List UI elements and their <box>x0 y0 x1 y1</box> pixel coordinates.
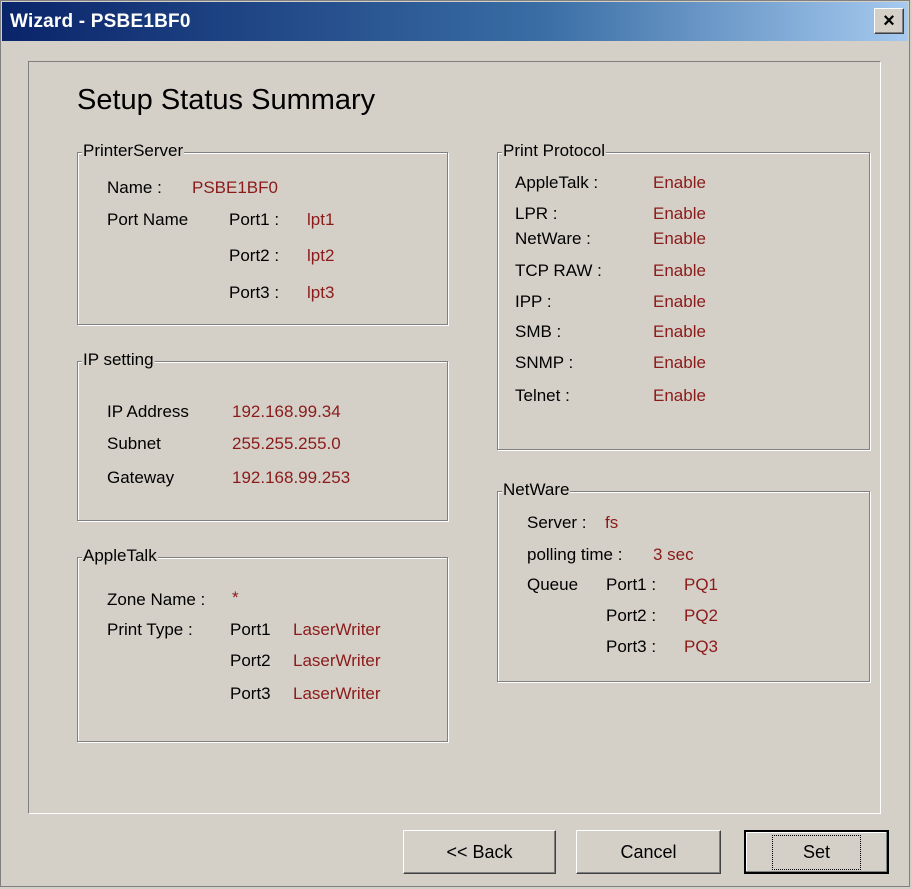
printer-port1-label: Port1 : <box>229 210 280 229</box>
netware-port2-value: PQ2 <box>684 606 719 625</box>
printer-port3-label: Port3 : <box>229 283 280 302</box>
print-type-label: Print Type : <box>107 620 193 639</box>
title-bar[interactable]: Wizard - PSBE1BF0 × <box>2 2 908 41</box>
ip-address-label: IP Address <box>107 402 189 421</box>
netware-queue-label: Queue <box>527 575 579 594</box>
protocol-tcpraw-label: TCP RAW : <box>515 261 602 280</box>
protocol-lpr-value: Enable <box>653 204 706 223</box>
printer-port1-value: lpt1 <box>307 210 335 229</box>
netware-port2-label: Port2 : <box>606 606 657 625</box>
protocol-ipp-value: Enable <box>653 292 706 311</box>
printer-port2-value: lpt2 <box>307 246 335 265</box>
netware-legend: NetWare <box>502 480 571 500</box>
appletalk-port3-value: LaserWriter <box>293 684 381 703</box>
back-button[interactable]: << Back <box>403 830 556 874</box>
subnet-label: Subnet <box>107 434 161 453</box>
protocol-snmp-value: Enable <box>653 353 706 372</box>
protocol-appletalk-label: AppleTalk : <box>515 173 599 192</box>
protocol-snmp-label: SNMP : <box>515 353 574 372</box>
ip-address-value: 192.168.99.34 <box>232 402 341 421</box>
printer-name-value: PSBE1BF0 <box>192 178 278 197</box>
zone-name-label: Zone Name : <box>107 590 206 609</box>
protocol-appletalk-value: Enable <box>653 173 706 192</box>
subnet-value: 255.255.255.0 <box>232 434 341 453</box>
printerserver-legend: PrinterServer <box>82 141 185 161</box>
close-icon: × <box>883 10 895 32</box>
appletalk-port1-value: LaserWriter <box>293 620 381 639</box>
appletalk-port2-value: LaserWriter <box>293 651 381 670</box>
gateway-value: 192.168.99.253 <box>232 468 351 487</box>
netware-port1-label: Port1 : <box>606 575 657 594</box>
set-button[interactable]: Set <box>744 830 889 874</box>
set-button-label: Set <box>771 834 862 870</box>
cancel-button-label: Cancel <box>620 841 677 862</box>
netware-port3-label: Port3 : <box>606 637 657 656</box>
protocol-smb-value: Enable <box>653 322 706 341</box>
netware-server-value: fs <box>605 513 619 532</box>
protocol-netware-label: NetWare : <box>515 229 591 248</box>
protocol-telnet-label: Telnet : <box>515 386 570 405</box>
netware-polling-label: polling time : <box>527 545 623 564</box>
window-title: Wizard - PSBE1BF0 <box>10 11 191 32</box>
printer-name-label: Name : <box>107 178 162 197</box>
back-button-label: << Back <box>446 841 513 862</box>
protocol-telnet-value: Enable <box>653 386 706 405</box>
zone-name-value: * <box>232 588 239 607</box>
protocol-ipp-label: IPP : <box>515 292 552 311</box>
netware-server-label: Server : <box>527 513 587 532</box>
netware-port1-value: PQ1 <box>684 575 719 594</box>
appletalk-group: AppleTalk <box>77 546 448 742</box>
port-name-label: Port Name <box>107 210 189 229</box>
close-button[interactable]: × <box>874 8 904 34</box>
appletalk-port2-label: Port2 <box>230 651 271 670</box>
appletalk-port1-label: Port1 <box>230 620 271 639</box>
ip-setting-legend: IP setting <box>82 350 155 370</box>
protocol-smb-label: SMB : <box>515 322 562 341</box>
appletalk-legend: AppleTalk <box>82 546 158 566</box>
protocol-tcpraw-value: Enable <box>653 261 706 280</box>
gateway-label: Gateway <box>107 468 175 487</box>
netware-polling-value: 3 sec <box>653 545 694 564</box>
netware-port3-value: PQ3 <box>684 637 719 656</box>
printer-port3-value: lpt3 <box>307 283 335 302</box>
appletalk-port3-label: Port3 <box>230 684 271 703</box>
page-title: Setup Status Summary <box>77 84 376 116</box>
protocol-lpr-label: LPR : <box>515 204 558 223</box>
print-protocol-legend: Print Protocol <box>502 141 607 161</box>
protocol-netware-value: Enable <box>653 229 706 248</box>
printer-port2-label: Port2 : <box>229 246 280 265</box>
cancel-button[interactable]: Cancel <box>576 830 721 874</box>
